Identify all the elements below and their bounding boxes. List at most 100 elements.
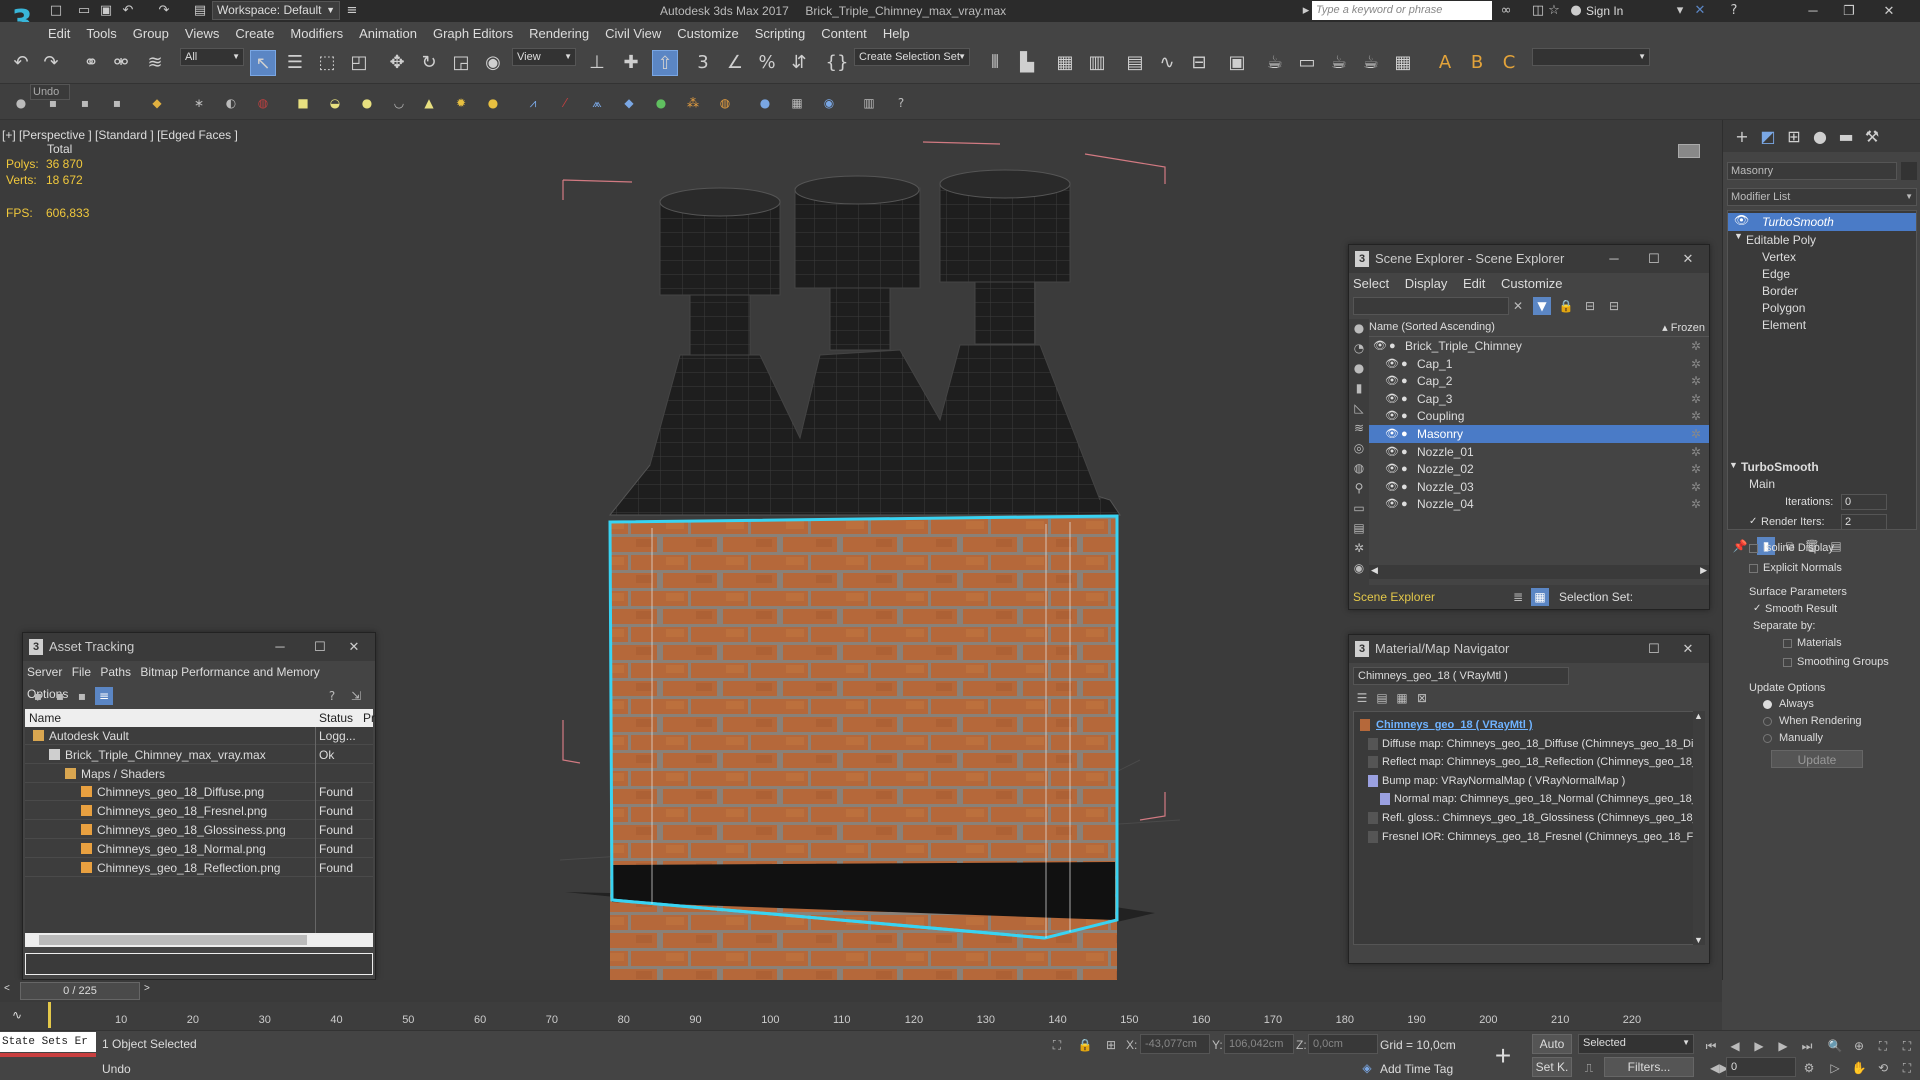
y-coordinate-field[interactable]: 106,042cm <box>1224 1034 1294 1054</box>
keyboard-shortcut-icon[interactable]: ⇧ <box>652 50 678 76</box>
selection-filter-dropdown[interactable]: All ▼ <box>180 48 244 66</box>
render-preset-dropdown[interactable]: ▼ <box>1532 48 1650 66</box>
render-toggle-icon[interactable]: ● <box>1401 390 1408 408</box>
new-file-icon[interactable]: □ <box>48 3 64 19</box>
render-setup-icon[interactable]: ☕ <box>1262 50 1288 76</box>
add-time-tag-icon[interactable]: ◈ <box>1358 1059 1376 1077</box>
go-to-start-icon[interactable]: ⏮ <box>1702 1037 1720 1055</box>
render-production-icon[interactable]: ☕ <box>1326 50 1352 76</box>
at-help-icon[interactable]: ? <box>323 687 341 705</box>
toolbar2-icon-1[interactable]: ▪ <box>44 94 62 112</box>
close-button[interactable]: ✕ <box>1673 635 1703 663</box>
zoom-extents-all-icon[interactable]: ⛶ <box>1898 1037 1916 1055</box>
stack-item-turbosmooth[interactable]: TurboSmooth <box>1728 213 1916 231</box>
key-mode-plus-icon[interactable]: + <box>1484 1037 1522 1075</box>
asset-row[interactable]: Chimneys_geo_18_Normal.png Found <box>25 840 373 858</box>
menu-create[interactable]: Create <box>235 26 274 41</box>
asset-tracking-titlebar[interactable]: 3 Asset Tracking ─ ☐ ✕ <box>23 633 375 661</box>
previous-frame-icon[interactable]: ◀ <box>1726 1037 1744 1055</box>
modify-tab-icon[interactable]: ◩ <box>1755 124 1781 150</box>
isolate-selection-icon[interactable]: ⛶ <box>1048 1036 1066 1054</box>
material-navigator-titlebar[interactable]: 3 Material/Map Navigator ☐ ✕ <box>1349 635 1709 663</box>
frozen-icon[interactable]: ✲ <box>1691 407 1701 425</box>
redo-icon[interactable]: ↷ <box>156 3 172 19</box>
minimize-button[interactable]: ─ <box>1798 2 1828 20</box>
smoothing-groups-checkbox[interactable] <box>1783 658 1792 667</box>
menu-help[interactable]: Help <box>883 26 910 41</box>
ribbon-icon[interactable]: ▤ <box>1122 50 1148 76</box>
select-by-name-icon[interactable]: ☰ <box>282 50 308 76</box>
asset-row[interactable]: Chimneys_geo_18_Reflection.png Found <box>25 859 373 877</box>
material-tree-scrollbar[interactable]: ▲ ▼ <box>1693 711 1705 945</box>
render-toggle-icon[interactable]: ● <box>1401 443 1408 461</box>
material-root-item[interactable]: Chimneys_geo_18 ( VRayMtl ) <box>1354 716 1694 734</box>
column-frozen[interactable]: ▴ Frozen <box>1662 321 1705 334</box>
curve-editor-icon[interactable]: ∿ <box>1154 50 1180 76</box>
hierarchy-icon[interactable]: ⊟ <box>1581 297 1599 315</box>
track-bar[interactable]: ∿ 10 20 30 40 50 60 70 80 90 100 110 120 130 140 150 16… <box>0 1002 1722 1030</box>
object-color-swatch[interactable] <box>1901 162 1917 180</box>
restore-button[interactable]: ❐ <box>1834 2 1864 20</box>
when-rendering-radio[interactable] <box>1763 717 1772 726</box>
maximize-button[interactable]: ☐ <box>1639 245 1669 273</box>
utilities-tab-icon[interactable]: ⚒ <box>1859 124 1885 150</box>
lock-icon[interactable]: 🔒 <box>1557 297 1575 315</box>
always-radio[interactable] <box>1763 700 1772 709</box>
rendered-frame-icon[interactable]: ▭ <box>1294 50 1320 76</box>
frozen-icon[interactable]: ✲ <box>1691 460 1701 478</box>
workspace-dropdown[interactable]: Workspace: Default ▼ <box>212 1 340 20</box>
align-icon[interactable]: ▙ <box>1014 50 1040 76</box>
zoom-all-icon[interactable]: ⊕ <box>1850 1037 1868 1055</box>
frozen-icon[interactable]: ✲ <box>1691 443 1701 461</box>
at-column-name[interactable]: Name <box>29 711 61 725</box>
mini-curve-editor-icon[interactable]: ∿ <box>12 1008 22 1022</box>
link-icon[interactable]: ⚭ <box>78 50 104 76</box>
maxscript-listener[interactable]: State Sets Er <box>0 1032 96 1052</box>
key-filter-dropdown[interactable]: Selected ▼ <box>1578 1034 1694 1054</box>
bind-space-warp-icon[interactable]: ≋ <box>142 50 168 76</box>
vray-dome-icon[interactable]: ◡ <box>390 94 408 112</box>
view-list-icon[interactable]: ☰ <box>1353 689 1371 707</box>
material-map-item[interactable]: Bump map: VRayNormalMap ( VRayNormalMap … <box>1354 772 1694 790</box>
vray-light-icon[interactable]: ■ <box>294 94 312 112</box>
display-geometry-icon[interactable]: ● <box>1350 319 1368 337</box>
vray-material-icon[interactable]: ▦ <box>788 94 806 112</box>
menu-content[interactable]: Content <box>821 26 867 41</box>
x-coordinate-field[interactable]: -43,077cm <box>1140 1034 1210 1054</box>
scroll-right-icon[interactable]: ▶ <box>1700 565 1707 576</box>
se-horizontal-scrollbar[interactable]: ◀ ▶ <box>1369 565 1709 579</box>
zoom-icon[interactable]: 🔍 <box>1826 1037 1844 1055</box>
save-file-icon[interactable]: ▣ <box>98 3 114 19</box>
rotate-icon[interactable]: ↻ <box>416 50 442 76</box>
undo-icon[interactable]: ↶ <box>120 3 136 19</box>
display-helpers-icon[interactable]: ◺ <box>1350 399 1368 417</box>
rollout-collapse-icon[interactable]: ▼ <box>1729 460 1738 470</box>
visibility-eye-icon[interactable]: 👁 <box>1385 390 1399 408</box>
vray-settings-icon[interactable]: ▥ <box>860 94 878 112</box>
display-tab-icon[interactable]: ▬ <box>1833 124 1859 150</box>
scene-item[interactable]: 👁 ● Nozzle_04 ✲ <box>1369 495 1709 513</box>
vray-fur-icon[interactable]: ⁄ <box>556 94 574 112</box>
asset-row[interactable]: Brick_Triple_Chimney_max_vray.max Ok <box>25 746 373 764</box>
ref-coord-dropdown[interactable]: View ▼ <box>512 48 576 66</box>
filter-icon[interactable]: ▼ <box>1533 297 1551 315</box>
select-manipulate-icon[interactable]: ✚ <box>618 50 644 76</box>
render-toggle-icon[interactable]: ● <box>1389 337 1396 355</box>
stack-item-border[interactable]: Border <box>1728 282 1798 300</box>
scene-item[interactable]: 👁 ● Nozzle_03 ✲ <box>1369 478 1709 496</box>
scene-explorer-icon[interactable]: ▦ <box>1052 50 1078 76</box>
material-map-item[interactable]: Normal map: Chimneys_geo_18_Normal (Chim… <box>1354 790 1694 808</box>
display-all-icon[interactable]: ◉ <box>1350 559 1368 577</box>
scene-item[interactable]: 👁 ● Cap_3 ✲ <box>1369 390 1709 408</box>
object-name-field[interactable]: Masonry <box>1727 162 1897 180</box>
toolbar2-icon-7[interactable]: ◍ <box>254 94 272 112</box>
vray-mesh-clipper-icon[interactable]: ● <box>652 94 670 112</box>
help-icon[interactable]: ? <box>1726 3 1742 19</box>
undo-icon[interactable]: ↶ <box>8 50 34 76</box>
render-iters-spinner[interactable]: 2 <box>1841 514 1887 530</box>
vray-sphere-light-icon[interactable]: ● <box>358 94 376 112</box>
frozen-icon[interactable]: ✲ <box>1691 425 1701 443</box>
scene-item[interactable]: 👁 ● Masonry ✲ <box>1369 425 1709 443</box>
menu-modifiers[interactable]: Modifiers <box>290 26 343 41</box>
render-frame-window-icon[interactable]: ▦ <box>1390 50 1416 76</box>
